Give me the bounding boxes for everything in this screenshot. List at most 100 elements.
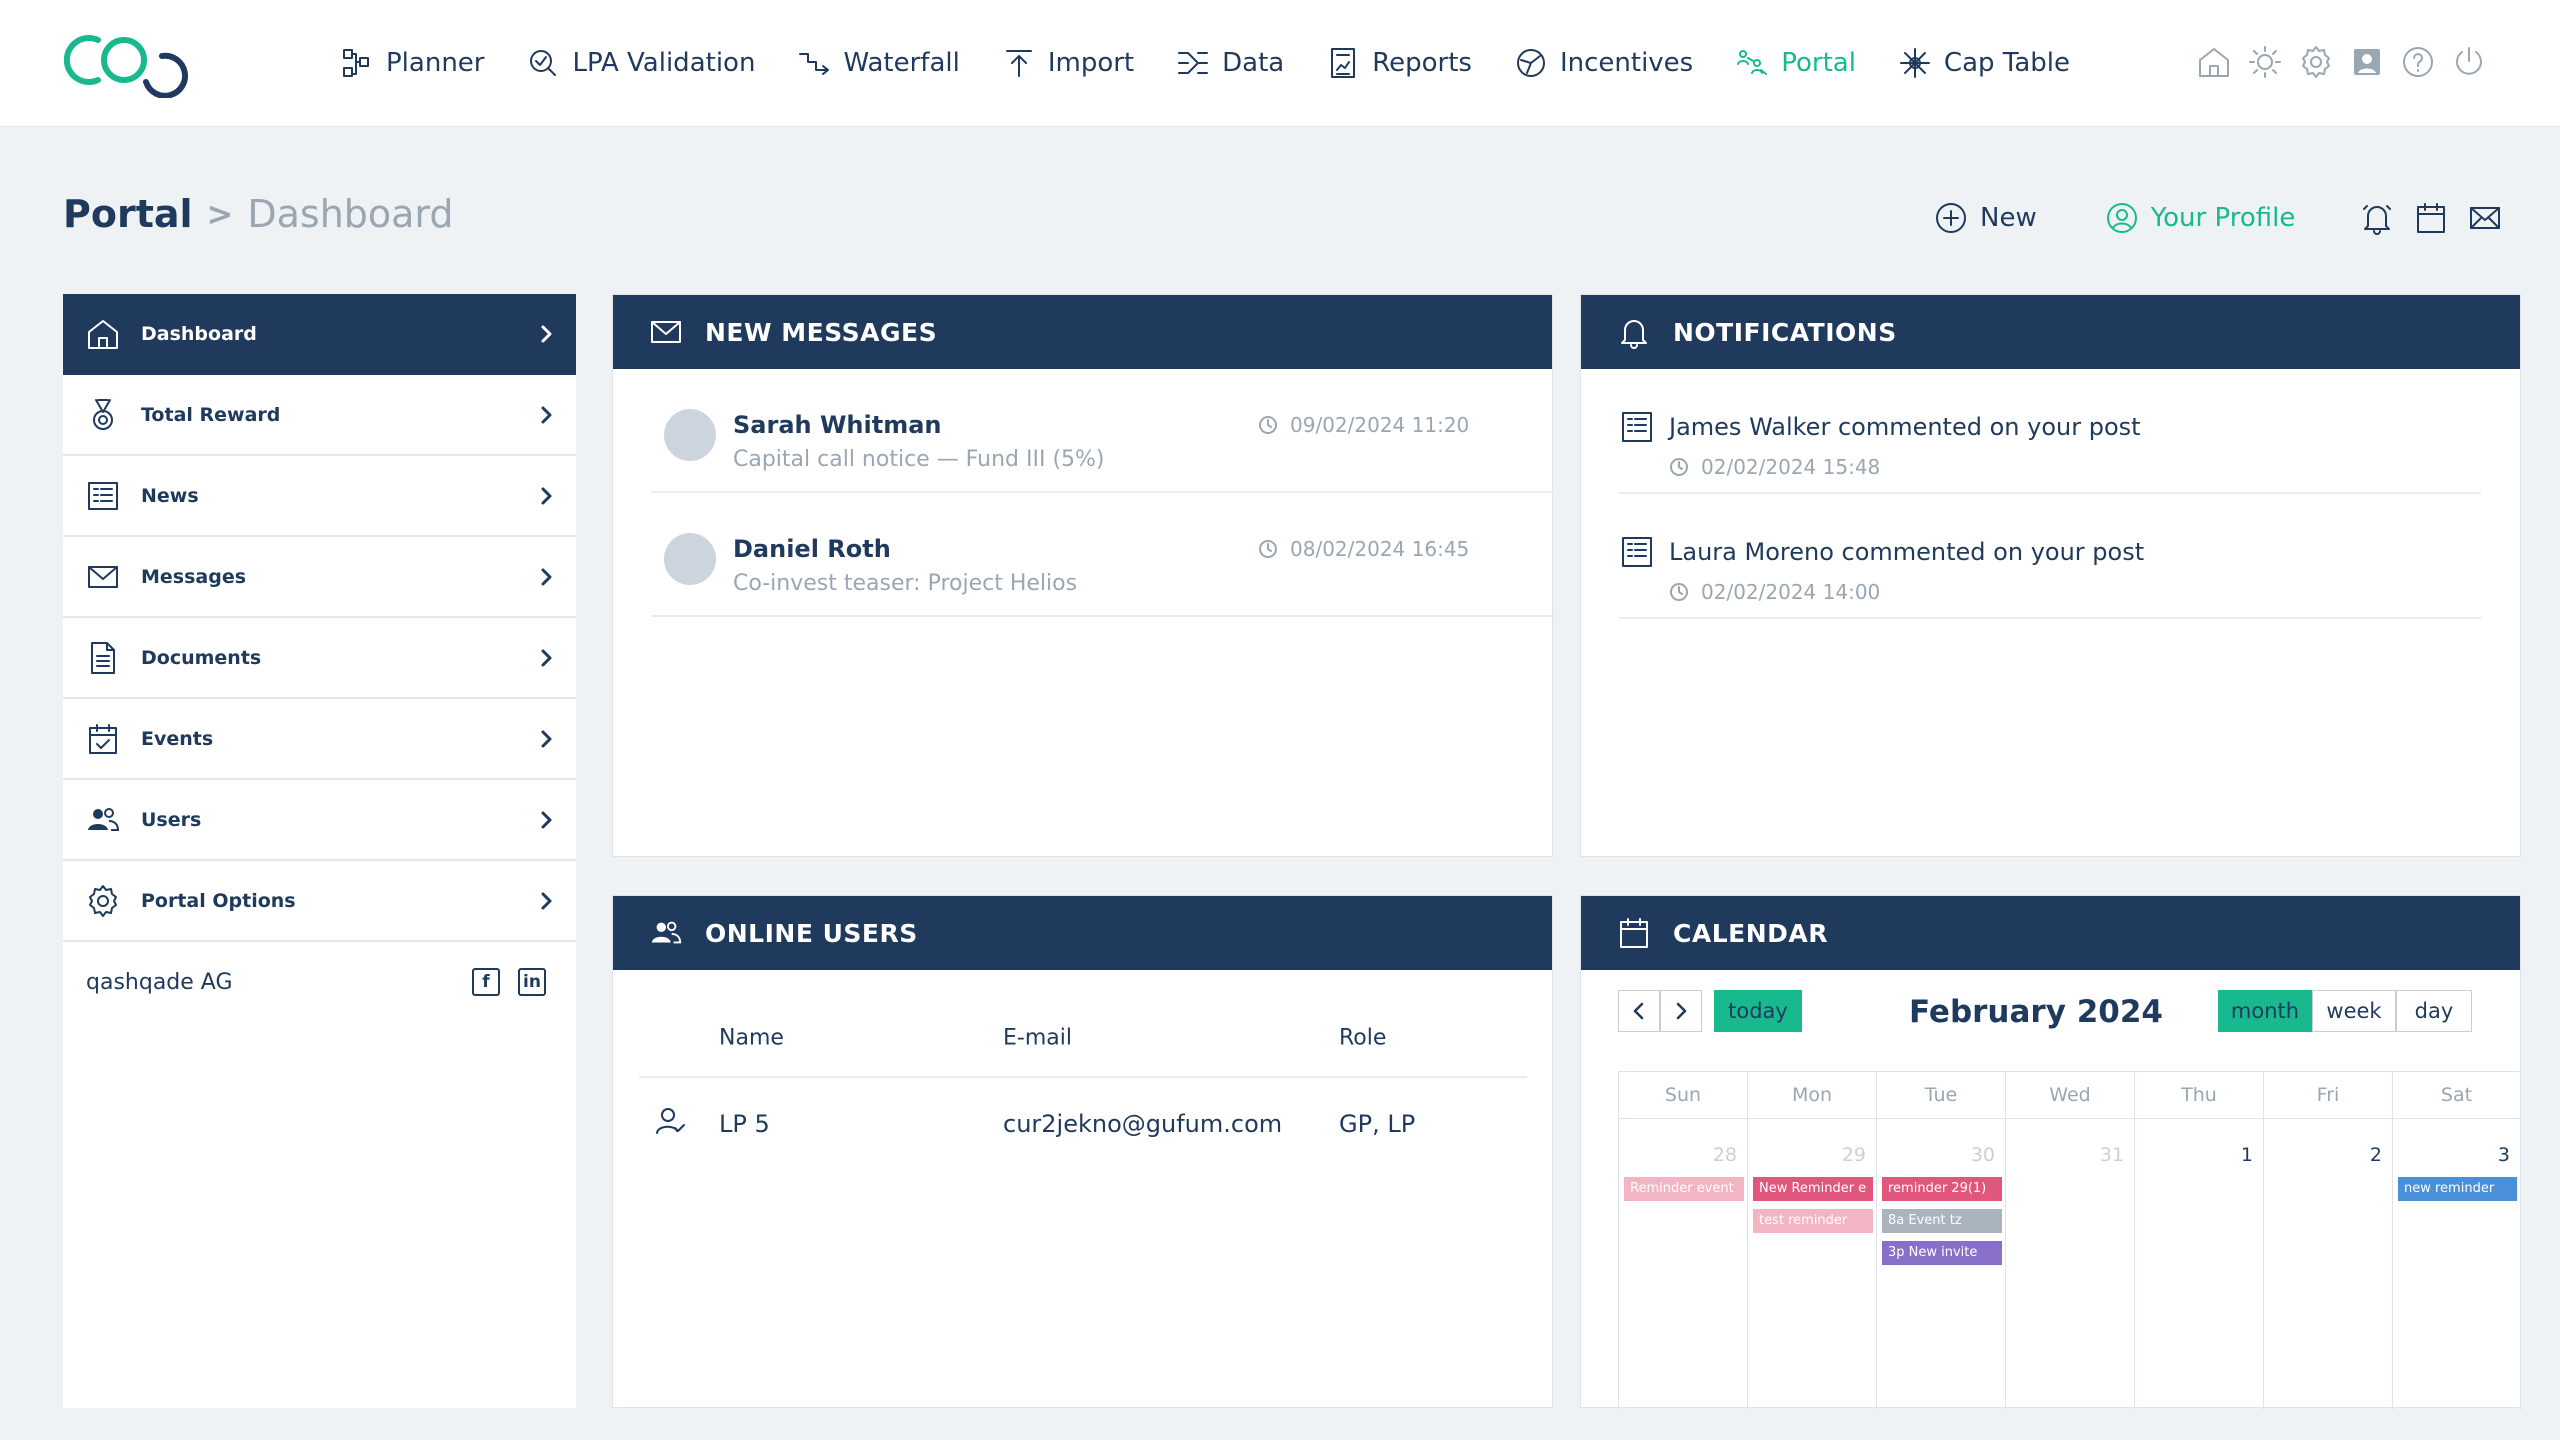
plus-circle-icon (1936, 203, 1966, 233)
day-number[interactable]: 29 (1842, 1144, 1866, 1166)
nav-lpa-validation[interactable]: LPA Validation (526, 46, 755, 80)
reports-icon (1331, 48, 1356, 78)
sidebar-item-documents[interactable]: Documents (63, 618, 576, 699)
sidebar-item-users[interactable]: Users (63, 780, 576, 861)
facebook-icon[interactable]: f (472, 968, 500, 996)
column-header-role[interactable]: Role (1339, 1026, 1386, 1051)
nav-portal[interactable]: Portal (1735, 46, 1856, 80)
calendar-check-icon (89, 723, 117, 754)
table-row[interactable]: LP 5 cur2jekno@gufum.com GP, LP (639, 1078, 1527, 1170)
bell-icon (1621, 320, 1647, 349)
day-number[interactable]: 3 (2498, 1144, 2510, 1166)
your-profile-button[interactable]: Your Profile (2105, 201, 2295, 235)
nav-waterfall[interactable]: Waterfall (797, 46, 960, 80)
calendar-day-cell[interactable]: 29 New Reminder e test reminder (1748, 1119, 1877, 1410)
calendar-event[interactable]: reminder 29(1) (1882, 1177, 2002, 1201)
column-header-name[interactable]: Name (719, 1026, 784, 1051)
new-button[interactable]: New (1934, 201, 2037, 235)
calendar-next-button[interactable] (1660, 990, 1702, 1032)
sidebar-item-events[interactable]: Events (63, 699, 576, 780)
chevron-right-icon (541, 730, 552, 747)
calendar-event[interactable]: test reminder (1753, 1209, 1873, 1233)
calendar-day-cell[interactable]: 28 Reminder event (1619, 1119, 1748, 1410)
day-number[interactable]: 28 (1713, 1144, 1737, 1166)
sidebar-item-label: Total Reward (141, 403, 281, 426)
sidebar-item-total-reward[interactable]: Total Reward (63, 375, 576, 456)
page-title: Dashboard (247, 192, 454, 236)
day-number[interactable]: 2 (2370, 1144, 2382, 1166)
sidebar-item-dashboard[interactable]: Dashboard (63, 294, 576, 375)
message-time: 08/02/2024 16:45 (1258, 537, 1469, 561)
home-icon[interactable] (2196, 44, 2232, 80)
sidebar-item-messages[interactable]: Messages (63, 537, 576, 618)
calendar-month-title: February 2024 (1909, 994, 2163, 1030)
header-actions: New Your Profile (1934, 200, 2503, 236)
mail-icon[interactable] (2467, 200, 2503, 236)
column-header-email[interactable]: E-mail (1003, 1026, 1072, 1051)
weekday-header: Fri (2264, 1072, 2393, 1119)
view-day-button[interactable]: day (2396, 990, 2472, 1032)
gear-icon (89, 884, 117, 917)
gear-icon[interactable] (2298, 44, 2334, 80)
contact-card-icon[interactable] (2349, 44, 2385, 80)
calendar-day-cell[interactable]: 3 new reminder (2393, 1119, 2521, 1410)
sidebar-item-label: Dashboard (141, 322, 257, 345)
day-number[interactable]: 1 (2241, 1144, 2253, 1166)
calendar-day-cell[interactable]: 31 (2006, 1119, 2135, 1410)
user-icon (656, 1108, 685, 1134)
calendar-event[interactable]: 3p New invite (1882, 1241, 2002, 1265)
data-icon (1178, 52, 1209, 74)
app-logo[interactable] (62, 30, 192, 98)
sidebar: Dashboard Total Reward News Messages Doc… (63, 294, 576, 1408)
sun-icon[interactable] (2247, 44, 2283, 80)
notification-item[interactable]: James Walker commented on your post 02/0… (1619, 369, 2481, 494)
main-nav: Planner LPA Validation Waterfall Import … (340, 38, 2112, 88)
nav-import[interactable]: Import (1002, 46, 1134, 80)
day-number[interactable]: 30 (1971, 1144, 1995, 1166)
breadcrumb-root[interactable]: Portal (63, 192, 193, 236)
message-timestamp: 09/02/2024 11:20 (1290, 413, 1470, 437)
notification-item[interactable]: Laura Moreno commented on your post 02/0… (1619, 494, 2481, 619)
calendar-event[interactable]: new reminder (2398, 1177, 2517, 1201)
bell-icon[interactable] (2359, 200, 2395, 236)
calendar-today-button[interactable]: today (1714, 990, 1802, 1032)
calendar-day-cell[interactable]: 2 (2264, 1119, 2393, 1410)
chevron-right-icon (541, 568, 552, 585)
sidebar-item-news[interactable]: News (63, 456, 576, 537)
calendar-day-cell[interactable]: 30 reminder 29(1) 8a Event tz 3p New invite (1877, 1119, 2006, 1410)
sidebar-item-label: Messages (141, 565, 247, 588)
sidebar-item-portal-options[interactable]: Portal Options (63, 861, 576, 942)
calendar-icon[interactable] (2413, 200, 2449, 236)
message-item[interactable]: Daniel Roth Co-invest teaser: Project He… (651, 493, 1553, 617)
nav-incentives[interactable]: Incentives (1514, 46, 1693, 80)
help-icon[interactable] (2400, 44, 2436, 80)
message-item[interactable]: Sarah Whitman Capital call notice — Fund… (651, 369, 1553, 493)
calendar-event[interactable]: Reminder event (1624, 1177, 1744, 1201)
home-icon (88, 319, 118, 349)
news-icon (1622, 412, 1652, 442)
nav-planner[interactable]: Planner (340, 46, 484, 80)
weekday-header: Thu (2135, 1072, 2264, 1119)
weekday-header: Wed (2006, 1072, 2135, 1119)
power-icon[interactable] (2451, 44, 2487, 80)
sidebar-footer: qashqade AG f in (63, 942, 576, 1022)
calendar-event[interactable]: 8a Event tz (1882, 1209, 2002, 1233)
calendar-event[interactable]: New Reminder e (1753, 1177, 1873, 1201)
nav-label: Cap Table (1943, 48, 2071, 78)
calendar-prev-button[interactable] (1618, 990, 1660, 1032)
nav-data[interactable]: Data (1176, 46, 1284, 80)
utility-icons (2196, 44, 2487, 80)
nav-cap-table[interactable]: Cap Table (1898, 46, 2070, 80)
weekday-header: Tue (1877, 1072, 2006, 1119)
view-week-button[interactable]: week (2312, 990, 2396, 1032)
cap-table-icon (1899, 48, 1930, 78)
linkedin-icon[interactable]: in (518, 968, 546, 996)
sidebar-item-label: Users (141, 808, 202, 831)
chevron-right-icon (541, 325, 552, 342)
news-icon (1622, 537, 1652, 567)
nav-reports[interactable]: Reports (1326, 46, 1472, 80)
news-icon (88, 481, 118, 510)
calendar-day-cell[interactable]: 1 (2135, 1119, 2264, 1410)
view-month-button[interactable]: month (2218, 990, 2312, 1032)
day-number[interactable]: 31 (2100, 1144, 2124, 1166)
